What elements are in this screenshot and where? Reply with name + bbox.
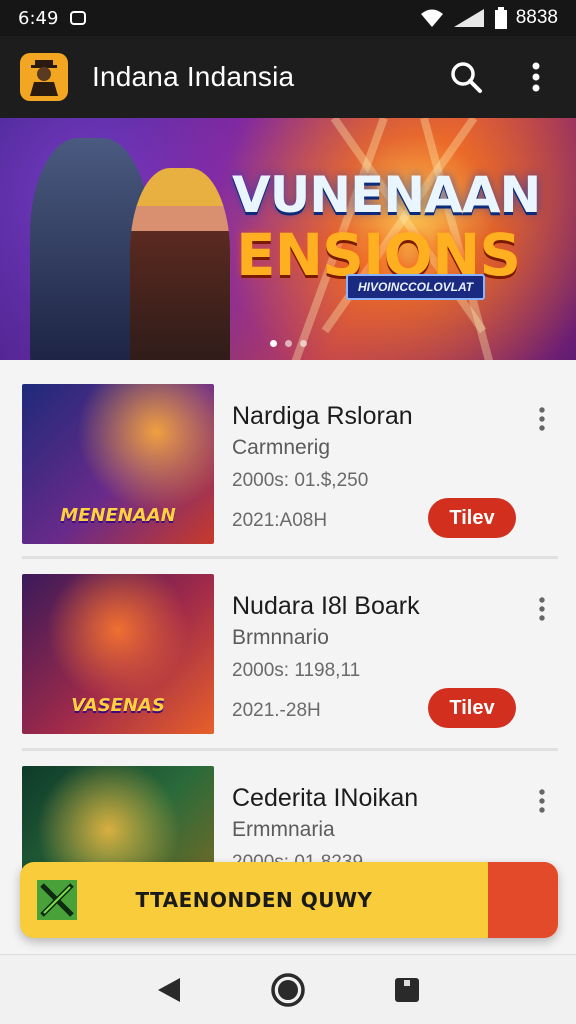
signal-icon — [453, 9, 484, 27]
back-triangle-icon — [158, 977, 181, 1002]
promo-label: TTAENONDEN QUWY — [135, 888, 373, 912]
overflow-menu-button[interactable] — [516, 57, 556, 97]
game-more-button[interactable] — [530, 404, 554, 434]
game-thumbnail[interactable]: VASENAS — [22, 574, 214, 734]
promo-action-tab[interactable] — [488, 862, 558, 938]
banner-tag: HIVOINCCOLOVLAT — [346, 274, 486, 300]
game-action-button[interactable]: Tilev — [428, 498, 516, 538]
game-card[interactable]: VASENAS Nudara I8l Boark Brmnnario 2000s… — [0, 550, 576, 740]
game-card[interactable]: MENENAAN Nardiga Rsloran Carmnerig 2000s… — [0, 360, 576, 550]
search-button[interactable] — [446, 57, 486, 97]
game-title: Nudara I8l Boark — [232, 592, 420, 620]
carousel-dots[interactable] — [0, 340, 576, 347]
banner-character-hero — [130, 168, 230, 360]
carousel-dot[interactable] — [299, 340, 307, 347]
app-bar: Indana Indansia — [0, 36, 576, 118]
system-nav-bar — [0, 954, 576, 1024]
banner-title: VUNENAAN — [232, 166, 541, 224]
status-bar: 6:49 8838 — [0, 0, 576, 36]
featured-banner[interactable]: VUNENAAN ENSIONS HIVOINCCOLOVLAT — [0, 118, 576, 360]
thumbnail-label: MENENAAN — [60, 505, 176, 526]
notification-icon — [70, 11, 87, 25]
carousel-dot[interactable] — [284, 340, 292, 347]
recents-button[interactable] — [384, 967, 430, 1013]
game-genre: Carmnerig — [232, 436, 331, 459]
app-title: Indana Indansia — [92, 61, 295, 92]
carousel-dot[interactable] — [269, 340, 277, 347]
search-icon — [451, 62, 482, 93]
app-logo[interactable] — [20, 53, 68, 101]
game-action-button[interactable]: Tilev — [428, 688, 516, 728]
recents-square-icon — [394, 977, 419, 1002]
game-genre: Ermmnaria — [232, 818, 335, 841]
home-circle-icon — [271, 972, 305, 1007]
game-title: Cederita INoikan — [232, 784, 419, 812]
character-logo-icon — [30, 60, 58, 96]
more-vert-icon — [532, 62, 540, 92]
thumbnail-label: VASENAS — [71, 695, 165, 716]
game-thumbnail[interactable]: MENENAAN — [22, 384, 214, 544]
game-downloads: 2000s: 01.$,250 — [232, 470, 369, 491]
game-genre: Brmnnario — [232, 626, 329, 649]
status-time: 6:49 — [18, 7, 59, 29]
back-button[interactable] — [146, 967, 192, 1013]
game-more-button[interactable] — [530, 594, 554, 624]
game-date: 2021.-28H — [232, 700, 321, 721]
battery-text: 8838 — [515, 7, 558, 28]
game-title: Nardiga Rsloran — [232, 402, 413, 430]
battery-icon — [494, 7, 507, 29]
promo-banner[interactable]: TTAENONDEN QUWY — [20, 862, 558, 938]
more-vert-icon — [539, 597, 545, 621]
wifi-icon — [420, 9, 443, 27]
more-vert-icon — [539, 407, 545, 431]
more-vert-icon — [539, 789, 545, 813]
game-date: 2021:A08H — [232, 510, 328, 531]
game-downloads: 2000s: 1198,11 — [232, 660, 361, 681]
home-button[interactable] — [265, 967, 311, 1013]
game-more-button[interactable] — [530, 786, 554, 816]
